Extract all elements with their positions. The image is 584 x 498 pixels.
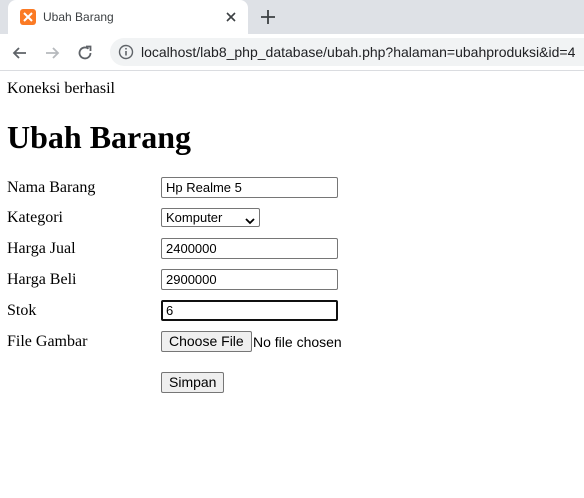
harga-beli-input[interactable]: 2900000 <box>161 269 338 290</box>
forward-arrow-icon[interactable] <box>42 43 62 63</box>
chevron-down-icon <box>245 213 255 225</box>
stok-value: 6 <box>166 303 174 318</box>
browser-toolbar: localhost/lab8_php_database/ubah.php?hal… <box>0 34 584 71</box>
address-bar[interactable]: localhost/lab8_php_database/ubah.php?hal… <box>110 38 584 66</box>
choose-file-button[interactable]: Choose File <box>161 331 252 352</box>
page-title: Ubah Barang <box>7 119 192 155</box>
reload-icon[interactable] <box>75 43 95 63</box>
browser-tab[interactable]: Ubah Barang <box>8 0 248 34</box>
browser-tab-strip: Ubah Barang <box>0 0 584 34</box>
back-arrow-icon[interactable] <box>10 43 30 63</box>
harga-jual-label: Harga Jual <box>7 240 76 257</box>
kategori-select[interactable]: Komputer <box>161 208 260 227</box>
xampp-favicon-icon <box>20 9 36 25</box>
connection-status: Koneksi berhasil <box>7 80 115 97</box>
nama-barang-label: Nama Barang <box>7 179 96 196</box>
harga-beli-label: Harga Beli <box>7 271 77 288</box>
kategori-selected: Komputer <box>166 210 223 225</box>
file-gambar-label: File Gambar <box>7 333 88 350</box>
harga-jual-input[interactable]: 2400000 <box>161 238 338 259</box>
tab-title: Ubah Barang <box>43 10 114 24</box>
simpan-button[interactable]: Simpan <box>161 372 225 393</box>
info-icon[interactable] <box>118 44 134 60</box>
stok-input[interactable]: 6 <box>161 300 338 321</box>
plus-icon[interactable] <box>258 7 278 27</box>
file-status: No file chosen <box>253 334 342 350</box>
page-content: Koneksi berhasil Ubah Barang Nama Barang… <box>0 71 584 498</box>
url-text: localhost/lab8_php_database/ubah.php?hal… <box>141 44 576 60</box>
close-icon[interactable] <box>222 8 240 26</box>
stok-label: Stok <box>7 302 37 319</box>
nama-barang-input[interactable]: Hp Realme 5 <box>161 177 338 198</box>
kategori-label: Kategori <box>7 209 63 226</box>
